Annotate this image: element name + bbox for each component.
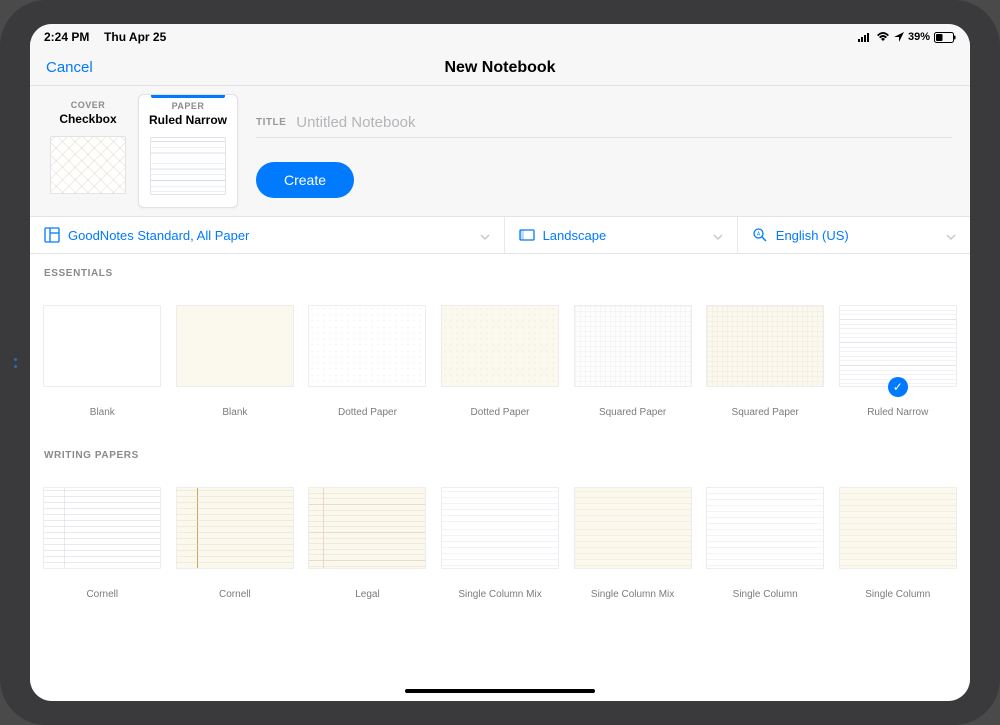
template-cornell-yellow[interactable]: Cornell [173,487,298,600]
location-icon [894,32,904,42]
battery-percent: 39% [908,31,930,43]
status-date: Thu Apr 25 [104,30,166,44]
template-dotted-yellow[interactable]: Dotted Paper [438,305,563,418]
template-icon [44,227,60,243]
home-indicator[interactable] [405,689,595,693]
cover-selector-card[interactable]: COVER Checkbox [38,94,138,208]
orientation-filter[interactable]: Landscape [505,217,738,253]
template-single-column-white[interactable]: Single Column [703,487,828,600]
template-blank-white[interactable]: Blank [40,305,165,418]
cover-thumbnail [50,136,126,194]
paper-size-filter[interactable]: GoodNotes Standard, All Paper [30,217,505,253]
landscape-icon [519,227,535,243]
template-blank-yellow[interactable]: Blank [173,305,298,418]
template-single-column-mix-yellow[interactable]: Single Column Mix [570,487,695,600]
notebook-title-input[interactable] [296,114,952,131]
essentials-grid: Blank Blank Dotted Paper Dotted Paper Sq… [40,283,960,418]
cancel-button[interactable]: Cancel [46,59,93,76]
cellular-icon [858,32,872,42]
template-single-column-mix-white[interactable]: Single Column Mix [438,487,563,600]
language-filter[interactable]: A English (US) [738,217,970,253]
language-icon: A [752,227,768,243]
create-button[interactable]: Create [256,162,354,198]
paper-selector-card[interactable]: PAPER Ruled Narrow [138,94,238,208]
template-ruled-narrow[interactable]: ✓Ruled Narrow [835,305,960,418]
page-title: New Notebook [444,59,555,77]
template-dotted-white[interactable]: Dotted Paper [305,305,430,418]
status-time: 2:24 PM [44,30,89,44]
svg-text:A: A [757,232,761,238]
nav-bar: Cancel New Notebook [30,50,970,86]
section-writing-header: WRITING PAPERS [40,436,960,465]
writing-grid: Cornell Cornell Legal Single Column Mix … [40,465,960,600]
paper-thumbnail [150,137,226,195]
wifi-icon [876,32,890,42]
template-legal[interactable]: Legal [305,487,430,600]
selected-check-icon: ✓ [888,377,908,397]
status-bar: 2:24 PM Thu Apr 25 39% [30,24,970,50]
title-label: TITLE [256,117,286,128]
template-cornell-white[interactable]: Cornell [40,487,165,600]
section-essentials-header: ESSENTIALS [40,254,960,283]
template-squared-yellow[interactable]: Squared Paper [703,305,828,418]
chevron-down-icon [713,228,723,243]
chevron-down-icon [480,228,490,243]
template-squared-white[interactable]: Squared Paper [570,305,695,418]
chevron-down-icon [946,228,956,243]
battery-icon [934,32,956,43]
template-single-column-yellow[interactable]: Single Column [835,487,960,600]
